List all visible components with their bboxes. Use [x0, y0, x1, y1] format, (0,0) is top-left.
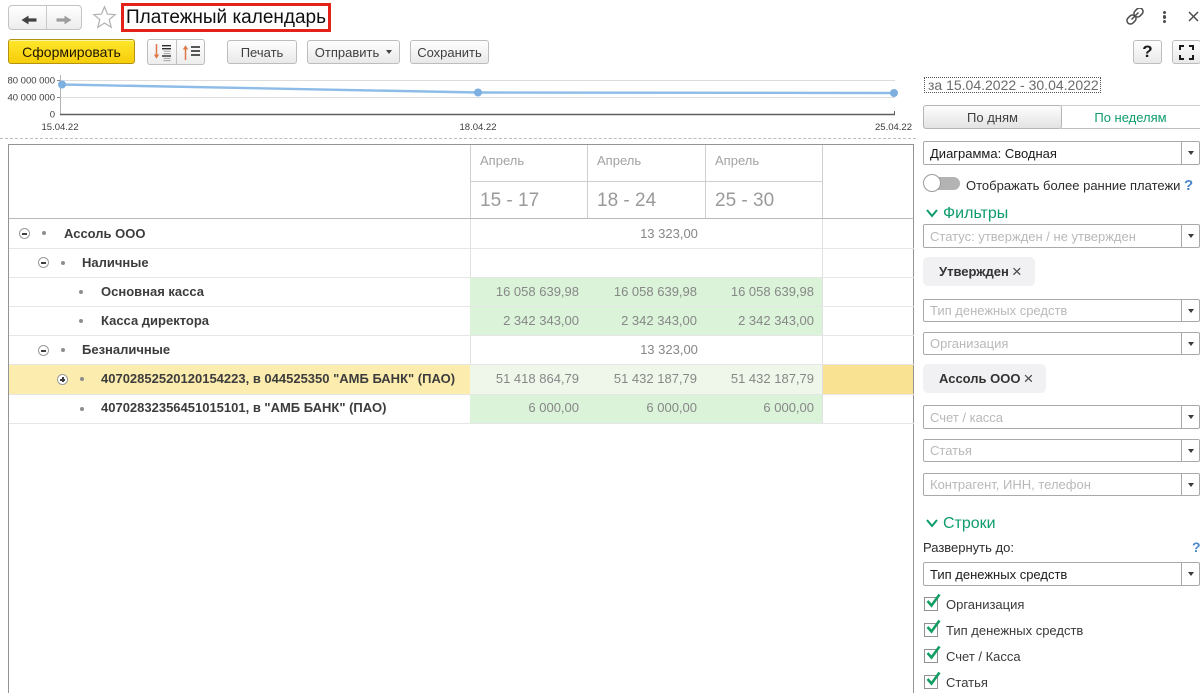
svg-text:0: 0 [50, 110, 55, 121]
svg-text:40 000 000: 40 000 000 [7, 93, 55, 104]
svg-text:18.04.22: 18.04.22 [460, 122, 497, 133]
svg-text:15.04.22: 15.04.22 [42, 122, 79, 133]
svg-text:25.04.22: 25.04.22 [875, 122, 912, 133]
svg-text:80 000 000: 80 000 000 [7, 76, 55, 87]
